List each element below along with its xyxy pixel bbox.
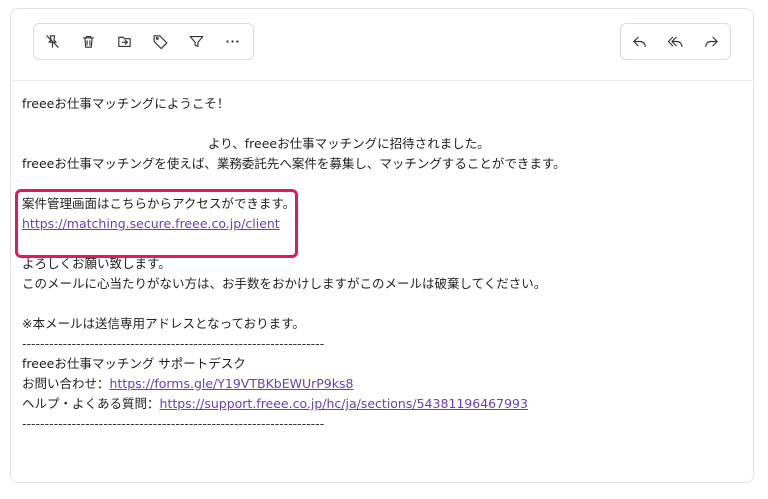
ignore-notice-text: このメールに心当たりがない方は、お手数をおかけしますがこのメールは破棄してくださ… bbox=[22, 276, 547, 291]
trash-icon bbox=[82, 35, 94, 48]
tag-icon bbox=[153, 35, 167, 50]
delete-button[interactable] bbox=[70, 24, 106, 59]
forward-icon bbox=[704, 36, 718, 48]
forward-button[interactable] bbox=[693, 24, 729, 59]
signature-divider-top: ----------------------------------------… bbox=[22, 336, 325, 351]
reply-button[interactable] bbox=[621, 24, 657, 59]
email-toolbar bbox=[11, 9, 753, 81]
move-button[interactable] bbox=[106, 24, 142, 59]
support-desk-title: freeeお仕事マッチング サポートデスク bbox=[22, 356, 246, 371]
reply-all-icon bbox=[667, 36, 682, 48]
toolbar-actions-group bbox=[33, 23, 254, 60]
greeting-text: freeeお仕事マッチングにようこそ！ bbox=[22, 96, 230, 111]
send-only-notice: ※本メールは送信専用アドレスとなっております。 bbox=[22, 316, 305, 331]
reply-all-button[interactable] bbox=[657, 24, 693, 59]
filter-button[interactable] bbox=[178, 24, 214, 59]
move-to-folder-icon bbox=[117, 36, 131, 48]
more-button[interactable] bbox=[214, 24, 250, 59]
contact-form-link[interactable]: https://forms.gle/Y19VTBKbEWUrP9ks8 bbox=[110, 376, 354, 391]
highlight-annotation-box bbox=[15, 189, 298, 258]
pin-off-icon bbox=[45, 35, 59, 48]
signature-divider-bottom: ----------------------------------------… bbox=[22, 416, 325, 431]
unpin-button[interactable] bbox=[34, 24, 70, 59]
reply-icon bbox=[632, 36, 646, 48]
toolbar-reply-group bbox=[620, 23, 731, 60]
contact-label: お問い合わせ： bbox=[22, 376, 110, 391]
faq-link[interactable]: https://support.freee.co.jp/hc/ja/sectio… bbox=[160, 396, 528, 411]
filter-icon bbox=[189, 35, 203, 48]
description-text: freeeお仕事マッチングを使えば、業務委託先へ案件を募集し、マッチングすること… bbox=[22, 156, 566, 171]
faq-label: ヘルプ・よくある質問： bbox=[22, 396, 160, 411]
invite-text: より、freeeお仕事マッチングに招待されました。 bbox=[208, 136, 490, 151]
more-icon bbox=[225, 40, 239, 43]
email-body: freeeお仕事マッチングにようこそ！ より、freeeお仕事マッチングに招待さ… bbox=[22, 94, 722, 434]
tag-button[interactable] bbox=[142, 24, 178, 59]
